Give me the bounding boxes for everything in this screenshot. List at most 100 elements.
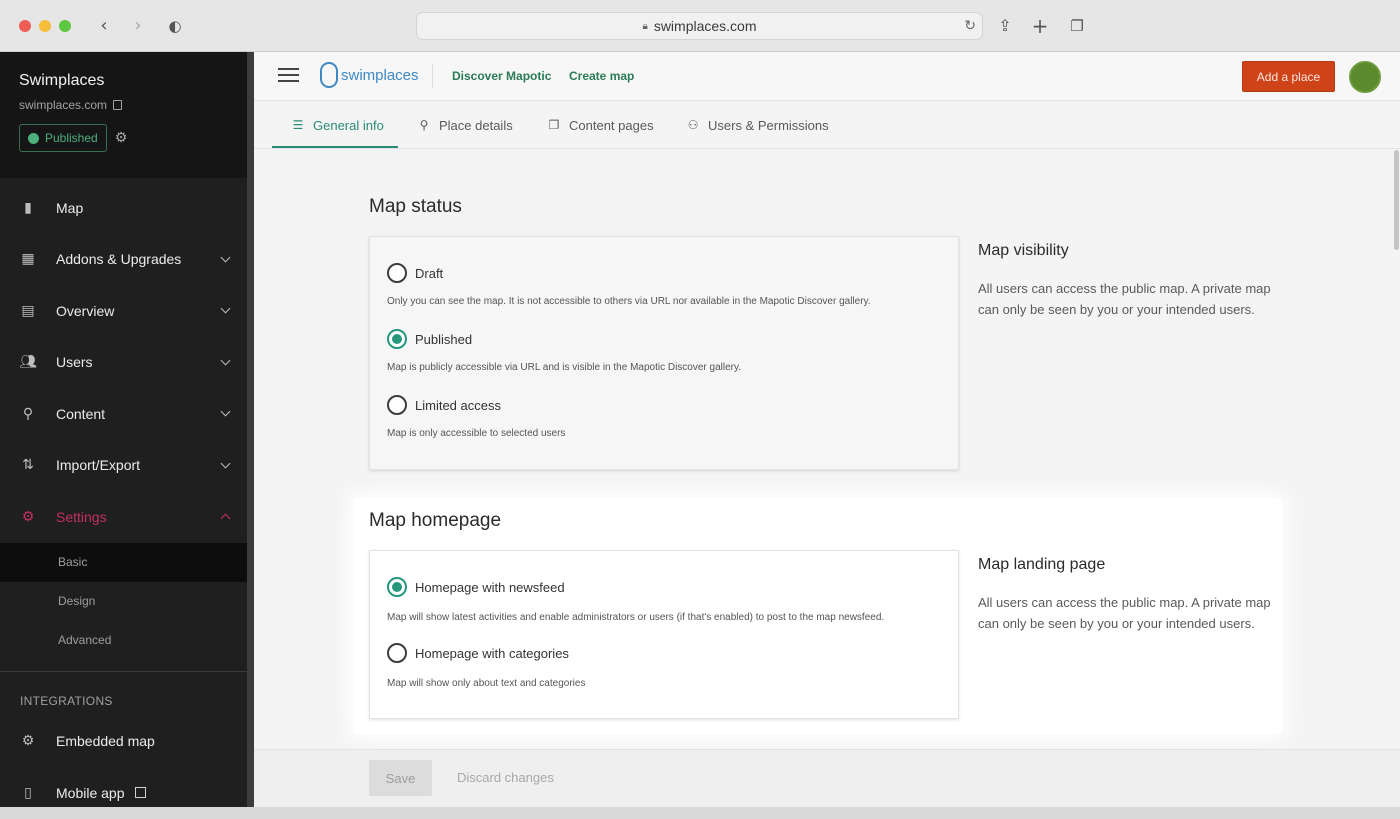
- tab-bar: ☰ General info ⚲ Place details ❐ Content…: [254, 101, 1400, 149]
- radio-option-newsfeed[interactable]: Homepage with newsfeed: [387, 577, 565, 597]
- gear-icon[interactable]: ⚙: [115, 130, 128, 146]
- sidebar-item-settings[interactable]: ⚙ Settings: [0, 491, 247, 543]
- status-row: Published ⚙: [19, 124, 228, 152]
- active-tab-indicator: [272, 146, 398, 148]
- sidebar-item-label: Mobile app: [56, 784, 125, 801]
- sidebar-item-label: Import/Export: [56, 457, 141, 474]
- sidebar-item-label: Content: [56, 405, 106, 422]
- radio-button-selected[interactable]: [387, 329, 407, 349]
- sidebar-item-label: Map: [56, 199, 84, 216]
- user-permission-icon: ⚇: [687, 118, 699, 132]
- radio-label: Homepage with categories: [415, 645, 569, 661]
- avatar[interactable]: [1349, 61, 1381, 93]
- sidebar-subitem-design[interactable]: Design: [0, 582, 247, 621]
- sidebar-item-content[interactable]: ⚲ Content: [0, 388, 247, 440]
- sidebar-item-users[interactable]: 👥︎ Users: [0, 337, 247, 389]
- tab-place-details[interactable]: ⚲ Place details: [417, 101, 513, 149]
- map-homepage-title: Map homepage: [369, 510, 502, 531]
- zoom-window-button[interactable]: [59, 20, 71, 32]
- pin-icon: ⚲: [22, 405, 34, 422]
- shield-icon[interactable]: ◐: [163, 14, 187, 38]
- address-bar[interactable]: 🔒︎ swimplaces.com ↻: [416, 12, 983, 40]
- forward-icon[interactable]: ›: [126, 14, 150, 38]
- mobile-icon: ▯: [24, 784, 32, 801]
- radio-option-categories[interactable]: Homepage with categories: [387, 643, 569, 663]
- content-scrollbar[interactable]: [1394, 150, 1400, 807]
- map-visibility-text: All users can access the public map. A p…: [978, 281, 1271, 317]
- tabs-icon[interactable]: ❐: [1065, 14, 1089, 38]
- external-link-icon: [134, 787, 146, 799]
- tab-content-pages[interactable]: ❐ Content pages: [547, 101, 654, 149]
- sidebar-item-import-export[interactable]: ⇅ Import/Export: [0, 440, 247, 492]
- radio-description: Only you can see the map. It is not acce…: [387, 296, 871, 307]
- logo-mark-icon: [320, 62, 338, 88]
- domain-text: swimplaces.com: [19, 98, 108, 112]
- divider: [432, 64, 433, 88]
- chevron-up-icon: [220, 513, 231, 524]
- map-landing-page-title: Map landing page: [978, 556, 1106, 573]
- sidebar-item-embedded-map[interactable]: ⚙ Embedded map: [0, 716, 247, 768]
- chevron-down-icon: [220, 406, 231, 417]
- copy-icon[interactable]: [113, 100, 123, 110]
- sidebar-scrollbar[interactable]: [247, 52, 254, 807]
- radio-description: Map will show latest activities and enab…: [387, 612, 885, 623]
- pages-icon: ❐: [548, 118, 560, 132]
- map-homepage-card: Homepage with newsfeed Map will show lat…: [369, 550, 959, 719]
- sidebar-item-label: Embedded map: [56, 733, 155, 750]
- radio-option-published[interactable]: Published: [387, 329, 472, 349]
- radio-button[interactable]: [387, 395, 407, 415]
- tab-label: Users & Permissions: [708, 117, 829, 133]
- form-actions-bar: Save Discard changes: [254, 749, 1400, 807]
- radio-button[interactable]: [387, 263, 407, 283]
- lock-icon: 🔒︎: [642, 20, 648, 32]
- sidebar-item-map[interactable]: ▮ Map: [0, 182, 247, 234]
- close-window-button[interactable]: [19, 20, 31, 32]
- main-content: swimplaces Discover Mapotic Create map A…: [254, 52, 1400, 807]
- sidebar-subitem-advanced[interactable]: Advanced: [0, 621, 247, 660]
- sidebar-header: Swimplaces swimplaces.com Published ⚙: [0, 52, 247, 178]
- radio-description: Map will show only about text and catego…: [387, 678, 586, 689]
- chevron-down-icon: [220, 252, 231, 262]
- scrollbar-thumb[interactable]: [1394, 150, 1399, 250]
- chevron-down-icon: [220, 355, 231, 365]
- share-icon[interactable]: ⇪: [993, 14, 1017, 38]
- chevron-down-icon: [220, 458, 231, 468]
- radio-label: Draft: [415, 265, 444, 281]
- app-bar: swimplaces Discover Mapotic Create map A…: [254, 52, 1400, 101]
- discover-mapotic-link[interactable]: Discover Mapotic: [452, 69, 551, 83]
- sidebar-item-overview[interactable]: ▤ Overview: [0, 285, 247, 337]
- sidebar-item-addons[interactable]: ▦ Addons & Upgrades: [0, 234, 247, 286]
- new-tab-icon[interactable]: +: [1028, 14, 1052, 38]
- sidebar-item-label: Overview: [56, 302, 115, 319]
- tab-general-info[interactable]: ☰ General info: [291, 101, 384, 149]
- minimize-window-button[interactable]: [39, 20, 51, 32]
- radio-label: Published: [415, 331, 473, 347]
- save-button[interactable]: Save: [369, 760, 432, 796]
- globe-icon: [28, 132, 39, 144]
- import-export-icon: ⇅: [22, 457, 34, 474]
- sidebar-subitem-basic[interactable]: Basic: [0, 542, 247, 582]
- radio-description: Map is only accessible to selected users: [387, 428, 566, 439]
- map-landing-page-text: All users can access the public map. A p…: [978, 595, 1271, 631]
- tab-users-permissions[interactable]: ⚇ Users & Permissions: [686, 101, 829, 149]
- reload-icon[interactable]: ↻: [964, 17, 976, 34]
- sidebar-item-mobile-app[interactable]: ▯ Mobile app: [0, 767, 247, 819]
- users-icon: 👥︎: [19, 354, 37, 371]
- sidebar-item-label: Users: [56, 354, 93, 371]
- logo-text: swimplaces: [341, 66, 419, 84]
- radio-button-selected[interactable]: [387, 577, 407, 597]
- add-place-button[interactable]: Add a place: [1242, 61, 1335, 92]
- back-icon[interactable]: ‹: [92, 14, 116, 38]
- create-map-link[interactable]: Create map: [569, 69, 634, 83]
- logo[interactable]: swimplaces: [320, 62, 419, 88]
- menu-icon[interactable]: [278, 68, 299, 82]
- discard-changes-button[interactable]: Discard changes: [457, 770, 554, 785]
- radio-option-limited-access[interactable]: Limited access: [387, 395, 501, 415]
- gear-icon: ⚙: [21, 508, 35, 525]
- chart-icon: ▤: [21, 302, 35, 319]
- status-badge[interactable]: Published: [19, 124, 107, 152]
- radio-button[interactable]: [387, 643, 407, 663]
- radio-option-draft[interactable]: Draft: [387, 263, 443, 283]
- addons-icon: ▦: [21, 251, 35, 268]
- sliders-icon: ☰: [292, 118, 304, 132]
